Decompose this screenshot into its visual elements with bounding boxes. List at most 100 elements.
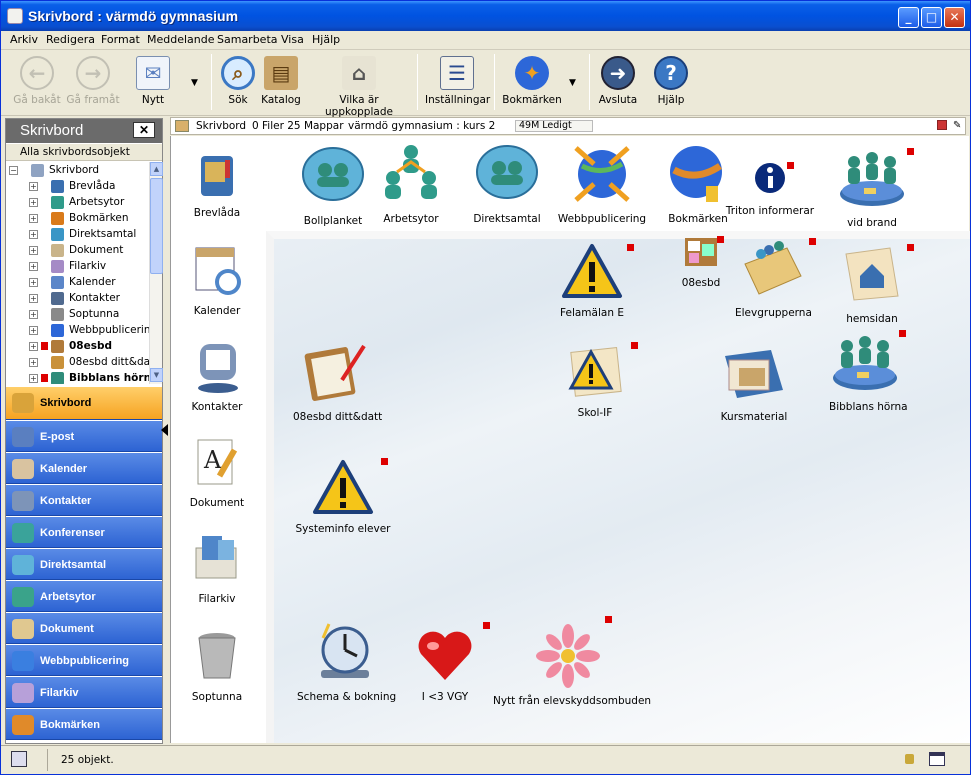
tree-item[interactable]: + Dokument xyxy=(6,243,149,259)
collapse-arrow-icon[interactable] xyxy=(161,424,168,436)
expand-icon[interactable]: + xyxy=(29,262,38,271)
nav-filarkiv[interactable]: Filarkiv xyxy=(6,677,162,708)
nav-bokm-rken[interactable]: Bokmärken xyxy=(6,709,162,740)
expand-icon[interactable]: + xyxy=(29,198,38,207)
desktop-item[interactable]: Arbetsytor xyxy=(375,142,447,225)
menu-redigera[interactable]: Redigera xyxy=(46,33,95,46)
menu-arkiv[interactable]: Arkiv xyxy=(10,33,38,46)
desktop-item[interactable]: Bokmärken xyxy=(661,142,735,225)
desktop-item[interactable]: hemsidan xyxy=(839,242,914,325)
desktop-item[interactable]: 08esbd ditt&datt xyxy=(293,340,382,423)
menu-samarbeta[interactable]: Samarbeta xyxy=(217,33,278,46)
desktop-item[interactable]: Filarkiv xyxy=(187,530,247,605)
desktop-item[interactable]: 08esbd xyxy=(673,236,729,289)
panel-toggle-icon[interactable] xyxy=(11,751,27,767)
bookmarks-button[interactable]: ✦ Bokmärken xyxy=(501,54,563,112)
desktop-item[interactable]: Brevlåda xyxy=(187,148,247,219)
scroll-thumb[interactable] xyxy=(150,178,163,274)
nav-label: E-post xyxy=(40,431,75,443)
expand-icon[interactable]: + xyxy=(29,358,38,367)
calendar-status-icon[interactable] xyxy=(929,752,945,766)
expand-icon[interactable]: + xyxy=(29,326,38,335)
menu-meddelande[interactable]: Meddelande xyxy=(147,33,215,46)
desktop-item[interactable]: Skol-IF xyxy=(563,342,638,419)
bookmarks-dropdown-arrow-icon[interactable]: ▼ xyxy=(569,78,576,88)
maximize-button[interactable]: □ xyxy=(921,7,942,28)
desktop-item[interactable]: A Dokument xyxy=(187,434,247,509)
desktop-item[interactable]: Webbpublicering xyxy=(557,142,647,225)
desktop-item[interactable]: vid brand xyxy=(835,146,914,229)
minimize-button[interactable]: _ xyxy=(898,7,919,28)
nav-kontakter[interactable]: Kontakter xyxy=(6,485,162,516)
desktop-item[interactable]: Felamälan E xyxy=(555,242,634,319)
collapse-icon[interactable]: − xyxy=(9,166,18,175)
sidebar-close-button[interactable]: ✕ xyxy=(133,122,155,138)
expand-icon[interactable]: + xyxy=(29,246,38,255)
expand-icon[interactable]: + xyxy=(29,278,38,287)
help-button[interactable]: ? Hjälp xyxy=(651,54,691,112)
nav-dokument[interactable]: Dokument xyxy=(6,613,162,644)
tree-item[interactable]: + Bibblans hörna xyxy=(6,371,149,384)
close-button[interactable]: ✕ xyxy=(944,7,965,28)
tree-item[interactable]: +08esbd ditt&datt xyxy=(6,355,149,371)
new-dropdown-arrow-icon[interactable]: ▼ xyxy=(191,78,198,88)
expand-icon[interactable]: + xyxy=(29,294,38,303)
desktop-item[interactable]: Schema & bokning xyxy=(297,620,396,703)
expand-icon[interactable]: + xyxy=(29,374,38,383)
desktop-item[interactable]: Kontakter xyxy=(187,338,247,413)
new-button[interactable]: ✉ Nytt xyxy=(133,54,173,112)
menu-format[interactable]: Format xyxy=(101,33,140,46)
expand-icon[interactable]: + xyxy=(29,214,38,223)
menu-hjalp[interactable]: Hjälp xyxy=(312,33,340,46)
menu-visa[interactable]: Visa xyxy=(281,33,304,46)
pencil-icon[interactable]: ✎ xyxy=(953,120,961,131)
scroll-up-icon[interactable]: ▲ xyxy=(150,162,163,176)
tree-item[interactable]: + Brevlåda xyxy=(6,179,149,195)
scroll-down-icon[interactable]: ▼ xyxy=(150,368,163,382)
tree-item[interactable]: + Arbetsytor xyxy=(6,195,149,211)
tree-item[interactable]: + Bokmärken xyxy=(6,211,149,227)
nav-arbetsytor[interactable]: Arbetsytor xyxy=(6,581,162,612)
tree-item[interactable]: + Soptunna xyxy=(6,307,149,323)
tree-item[interactable]: − Skrivbord xyxy=(6,163,149,179)
all-objects-label[interactable]: Alla skrivbordsobjekt xyxy=(6,144,162,161)
expand-icon[interactable]: + xyxy=(29,310,38,319)
tree-item[interactable]: + Filarkiv xyxy=(6,259,149,275)
desktop-item[interactable]: Kursmaterial xyxy=(719,340,789,423)
desktop-item[interactable]: I <3 VGY xyxy=(415,622,490,703)
desktop-item[interactable]: Bollplanket xyxy=(295,144,371,227)
tree-item[interactable]: + Direktsamtal xyxy=(6,227,149,243)
tree-item[interactable]: + Kalender xyxy=(6,275,149,291)
desktop-item[interactable]: Nytt från elevskyddsombuden xyxy=(493,616,651,707)
desktop-item[interactable]: Bibblans hörna xyxy=(829,330,908,413)
nav-kalender[interactable]: Kalender xyxy=(6,453,162,484)
online-users-button[interactable]: ⌂ Vilka är uppkopplade xyxy=(307,54,411,118)
desktop-item-label: 08esbd xyxy=(681,277,721,289)
tree-item[interactable]: + Kontakter xyxy=(6,291,149,307)
quit-button[interactable]: ➜ Avsluta xyxy=(597,54,639,112)
expand-icon[interactable]: + xyxy=(29,182,38,191)
forward-button[interactable]: → Gå framåt xyxy=(65,54,121,112)
expand-icon[interactable]: + xyxy=(29,230,38,239)
search-button[interactable]: ⌕ Sök xyxy=(221,54,255,112)
desktop-item[interactable]: Systeminfo elever xyxy=(295,458,391,535)
desktop-item[interactable]: Soptunna xyxy=(187,626,247,703)
settings-button[interactable]: ☰ Inställningar xyxy=(425,54,490,112)
desktop-item[interactable]: Triton informerar xyxy=(725,158,815,217)
back-button[interactable]: ← Gå bakåt xyxy=(13,54,61,112)
desktop-item[interactable]: Elevgrupperna xyxy=(735,236,816,319)
tree-scrollbar[interactable]: ▲ ▼ xyxy=(149,162,163,384)
desktop-item[interactable]: Kalender xyxy=(187,242,247,317)
tree-item[interactable]: +08esbd xyxy=(6,339,149,355)
nav-e-post[interactable]: E-post xyxy=(6,421,162,452)
nav-konferenser[interactable]: Konferenser xyxy=(6,517,162,548)
flag-filter-icon[interactable] xyxy=(937,120,947,130)
nav-skrivbord[interactable]: Skrivbord xyxy=(6,387,162,420)
nav-direktsamtal[interactable]: Direktsamtal xyxy=(6,549,162,580)
nav-webbpublicering[interactable]: Webbpublicering xyxy=(6,645,162,676)
title-bar: Skrivbord : värmdö gymnasium _ □ ✕ xyxy=(1,1,970,31)
expand-icon[interactable]: + xyxy=(29,342,38,351)
catalog-button[interactable]: ▤ Katalog xyxy=(260,54,302,112)
desktop-item[interactable]: Direktsamtal xyxy=(471,142,543,225)
tree-item[interactable]: + Webbpublicering xyxy=(6,323,149,339)
